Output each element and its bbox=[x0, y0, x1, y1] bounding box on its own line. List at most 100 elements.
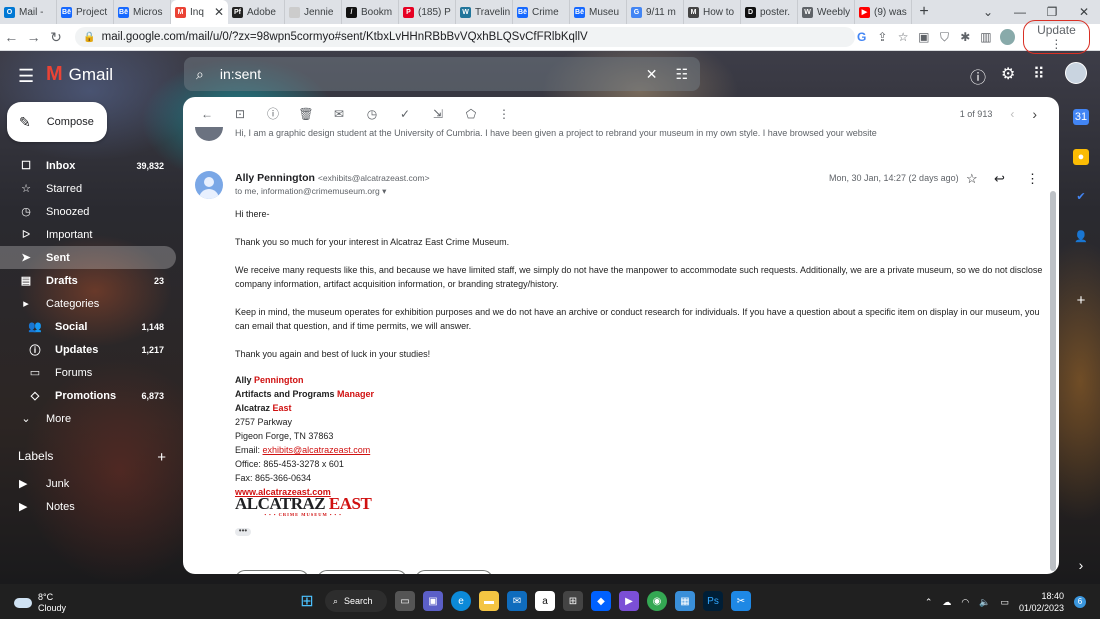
amazon-icon[interactable]: a bbox=[535, 591, 555, 611]
search-options-icon[interactable]: ☷ bbox=[675, 66, 688, 83]
scrollbar[interactable] bbox=[1049, 131, 1057, 571]
show-hidden-icons[interactable]: ⌃ bbox=[925, 597, 933, 608]
browser-tab[interactable]: Bē Micros bbox=[114, 0, 171, 24]
puzzle-icon[interactable]: ✱ bbox=[959, 30, 972, 44]
scrollbar-thumb[interactable] bbox=[1050, 191, 1056, 571]
browser-tab[interactable]: / Bookm bbox=[342, 0, 399, 24]
reload-icon[interactable]: ↻ bbox=[45, 29, 67, 46]
sidebar-item-sent[interactable]: ➤ Sent bbox=[0, 246, 176, 269]
sidebar-item-updates[interactable]: ⓘ Updates 1,217 bbox=[0, 338, 176, 361]
edge-icon[interactable]: e bbox=[451, 591, 471, 611]
forward-icon[interactable]: → bbox=[22, 29, 44, 45]
sidepanel-icon[interactable]: ▥ bbox=[980, 30, 993, 44]
mail-app-icon[interactable]: ✉ bbox=[507, 591, 527, 611]
browser-tab[interactable]: Bē Museu bbox=[570, 0, 627, 24]
store-icon[interactable]: ⊞ bbox=[563, 591, 583, 611]
star-icon[interactable]: ☆ bbox=[966, 171, 978, 187]
browser-tab[interactable]: W Travelin bbox=[456, 0, 513, 24]
main-menu-icon[interactable]: ☰ bbox=[18, 66, 34, 87]
task-view-icon[interactable]: ▭ bbox=[395, 591, 415, 611]
photoshop-icon[interactable]: Ps bbox=[703, 591, 723, 611]
snipping-tool-icon[interactable]: ✂ bbox=[731, 591, 751, 611]
sidebar-item-inbox[interactable]: ☐ Inbox 39,832 bbox=[0, 154, 176, 177]
sidebar-item-more[interactable]: ⌄ More bbox=[0, 407, 176, 430]
sidebar-item-social[interactable]: 👥 Social 1,148 bbox=[0, 315, 176, 338]
mail-search-bar[interactable]: ⌕ in:sent ✕ ☷ bbox=[184, 57, 700, 91]
add-task-icon[interactable]: ✓ bbox=[394, 107, 416, 121]
sig-email-link[interactable]: exhibits@alcatrazeast.com bbox=[263, 445, 371, 455]
gmail-logo[interactable]: M Gmail bbox=[46, 63, 113, 86]
browser-tab[interactable]: O Mail - bbox=[0, 0, 57, 24]
browser-tab[interactable]: Bē Project bbox=[57, 0, 114, 24]
label-item-notes[interactable]: ▶ Notes bbox=[19, 500, 75, 514]
browser-tab[interactable]: P (185) P bbox=[399, 0, 456, 24]
teams-icon[interactable]: ▣ bbox=[423, 591, 443, 611]
sidebar-item-drafts[interactable]: ▤ Drafts 23 bbox=[0, 269, 176, 292]
browser-tab[interactable]: Bē Crime bbox=[513, 0, 570, 24]
profile-avatar[interactable] bbox=[1000, 29, 1015, 45]
bookmark-star-icon[interactable]: ☆ bbox=[897, 30, 910, 44]
get-addons-icon[interactable]: + bbox=[1073, 293, 1089, 309]
keep-icon[interactable]: ● bbox=[1073, 149, 1089, 165]
google-icon[interactable]: G bbox=[855, 30, 868, 44]
extension-icon[interactable]: ▣ bbox=[917, 30, 930, 44]
sidebar-item-promotions[interactable]: ◇ Promotions 6,873 bbox=[0, 384, 176, 407]
show-trimmed-content-button[interactable]: ••• bbox=[235, 527, 251, 536]
taskbar-search[interactable]: ⌕ Search bbox=[325, 590, 387, 612]
label-item-junk[interactable]: ▶ Junk bbox=[19, 477, 69, 491]
browser-tab[interactable]: W Weebly bbox=[798, 0, 855, 24]
search-icon[interactable]: ⌕ bbox=[196, 66, 204, 83]
browser-tab[interactable]: Dposter. bbox=[741, 0, 798, 24]
calendar-icon[interactable]: 31 bbox=[1073, 109, 1089, 125]
shield-icon[interactable]: ⛉ bbox=[938, 30, 951, 45]
reply-icon[interactable]: ↩ bbox=[994, 171, 1005, 187]
snooze-icon[interactable]: ◷ bbox=[361, 107, 383, 121]
recipients-line[interactable]: to me, information@crimemuseum.org ▾ bbox=[235, 186, 386, 197]
newer-icon[interactable]: › bbox=[1032, 106, 1037, 122]
move-to-icon[interactable]: ⇲ bbox=[427, 107, 449, 121]
photos-icon[interactable]: ▦ bbox=[675, 591, 695, 611]
reply-all-button[interactable] bbox=[317, 570, 407, 574]
battery-icon[interactable]: ▭ bbox=[1000, 597, 1009, 608]
sender-name[interactable]: Ally Pennington bbox=[235, 172, 315, 184]
reply-button[interactable] bbox=[235, 570, 309, 574]
weather-widget[interactable]: 8°C Cloudy bbox=[14, 592, 66, 614]
add-label-icon[interactable]: + bbox=[157, 449, 166, 466]
windows-start-icon[interactable]: ⊞ bbox=[297, 591, 317, 611]
contacts-icon[interactable]: 👤 bbox=[1073, 229, 1089, 245]
archive-icon[interactable]: ⊡ bbox=[229, 107, 251, 121]
url-field[interactable]: 🔒 mail.google.com/mail/u/0/?zx=98wpn5cor… bbox=[75, 27, 856, 47]
close-tab-icon[interactable]: ✕ bbox=[214, 5, 224, 19]
back-to-list-icon[interactable]: ← bbox=[196, 107, 218, 121]
sidebar-item-important[interactable]: ᐅ Important bbox=[0, 223, 176, 246]
search-input[interactable]: in:sent bbox=[220, 66, 646, 82]
forward-button[interactable] bbox=[415, 570, 493, 574]
more-options-icon[interactable]: ⋮ bbox=[493, 107, 515, 121]
sidebar-item-forums[interactable]: ▭ Forums bbox=[0, 361, 176, 384]
report-spam-icon[interactable]: ⓘ bbox=[262, 105, 284, 122]
browser-tab[interactable]: M Inq ✕ bbox=[171, 0, 228, 24]
clear-search-icon[interactable]: ✕ bbox=[646, 66, 658, 83]
update-button[interactable]: Update ⋮ bbox=[1022, 20, 1090, 54]
compose-button[interactable]: ✎ Compose bbox=[7, 102, 107, 142]
browser-tab[interactable]: Jennie bbox=[285, 0, 342, 24]
file-explorer-icon[interactable]: ▬ bbox=[479, 591, 499, 611]
apps-grid-icon[interactable]: ⠿ bbox=[1033, 64, 1045, 84]
settings-icon[interactable]: ⚙ bbox=[1001, 64, 1015, 84]
mark-unread-icon[interactable]: ✉ bbox=[328, 107, 350, 121]
help-icon[interactable]: ⓘ bbox=[970, 64, 986, 88]
back-icon[interactable]: ← bbox=[0, 29, 22, 45]
message-more-icon[interactable]: ⋮ bbox=[1026, 171, 1039, 187]
browser-tab[interactable]: M How to bbox=[684, 0, 741, 24]
tasks-icon[interactable]: ✔ bbox=[1073, 189, 1089, 205]
browser-tab[interactable]: G 9/11 m bbox=[627, 0, 684, 24]
previous-message-snippet[interactable]: Hi, I am a graphic design student at the… bbox=[235, 128, 877, 138]
new-tab-button[interactable]: + bbox=[912, 3, 936, 21]
show-side-panel-icon[interactable]: › bbox=[1073, 557, 1089, 573]
share-icon[interactable]: ⇪ bbox=[876, 30, 889, 44]
dropbox-icon[interactable]: ◆ bbox=[591, 591, 611, 611]
wifi-icon[interactable]: ◠ bbox=[961, 597, 969, 608]
video-editor-icon[interactable]: ▶ bbox=[619, 591, 639, 611]
sidebar-item-categories[interactable]: ▸ Categories bbox=[0, 292, 176, 315]
details-dropdown-icon[interactable]: ▾ bbox=[382, 186, 386, 196]
